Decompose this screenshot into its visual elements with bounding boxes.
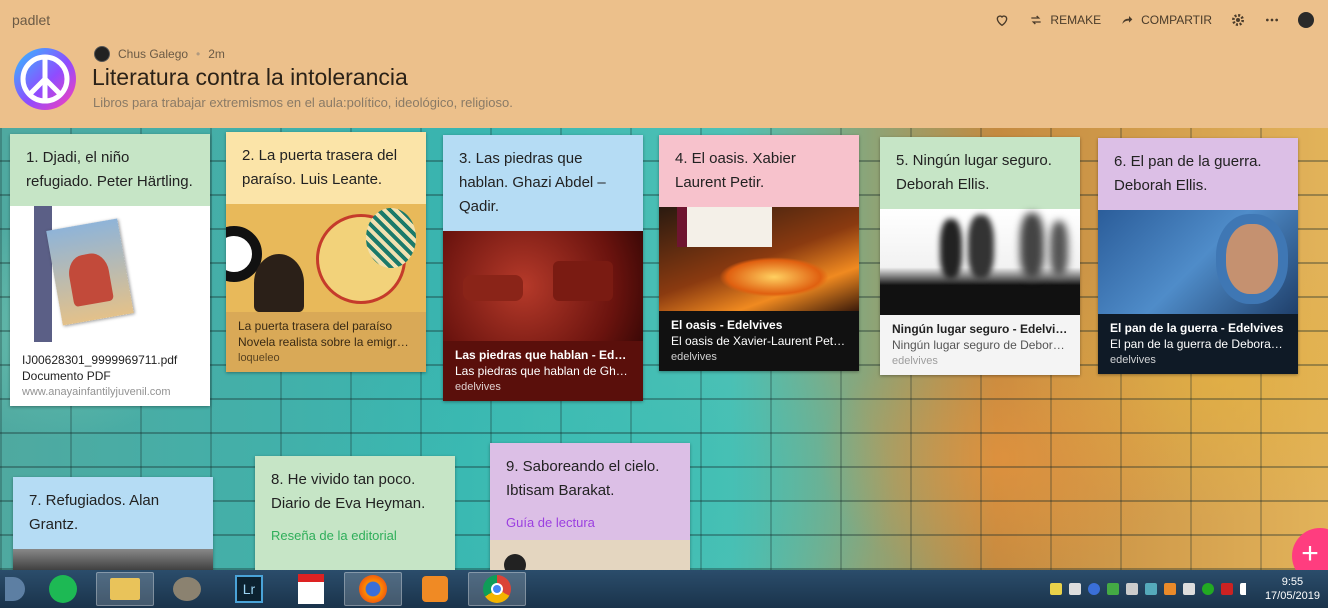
link-thumbnail[interactable] [880, 209, 1080, 315]
tray-icon[interactable] [1220, 583, 1233, 595]
share-arrow-icon [1122, 16, 1133, 24]
post-title: 8. He vivido tan poco. Diario de Eva Hey… [271, 471, 426, 512]
flag-icon[interactable] [1068, 583, 1081, 595]
time-ago: 2m [208, 47, 225, 61]
link-preview[interactable]: El pan de la guerra - Edelvives El pan d… [1098, 314, 1298, 374]
post-title: 4. El oasis. Xabier Laurent Petir. [659, 135, 859, 207]
post-title: 5. Ningún lugar seguro. Deborah Ellis. [880, 137, 1080, 209]
pdf-thumbnail[interactable] [10, 206, 210, 346]
user-avatar[interactable] [1298, 12, 1314, 28]
tray-icon[interactable] [1163, 583, 1176, 595]
link-preview[interactable]: El oasis - Edelvives El oasis de Xavier-… [659, 311, 859, 371]
link-domain: edelvives [671, 351, 717, 363]
link-title: Ningún lugar seguro - Edelvives [892, 322, 1068, 336]
security-icon[interactable] [1106, 583, 1119, 595]
file-name: IJ00628301_9999969711.pdf [22, 353, 178, 367]
lightroom-icon[interactable]: Lr [220, 572, 278, 606]
like-button[interactable] [994, 12, 1010, 28]
post-title: 6. El pan de la guerra. Deborah Ellis. [1098, 138, 1298, 210]
media-player-icon[interactable] [406, 572, 464, 606]
acrobat-icon[interactable] [282, 572, 340, 606]
link-description: Las piedras que hablan de Gha… [455, 364, 631, 378]
post-title: 3. Las piedras que hablan. Ghazi Abdel –… [443, 135, 643, 231]
post-title: 1. Djadi, el niño refugiado. Peter Härtl… [10, 134, 210, 206]
more-button[interactable] [1264, 12, 1280, 28]
post-title: 2. La puerta trasera del paraíso. Luis L… [226, 132, 426, 204]
clock-date: 17/05/2019 [1264, 590, 1320, 602]
link-thumbnail[interactable] [226, 204, 426, 312]
post-card-7[interactable]: 7. Refugiados. Alan Grantz. [13, 477, 213, 570]
volume-icon[interactable] [1125, 583, 1138, 595]
post-card-9[interactable]: 9. Saboreando el cielo. Ibtisam Barakat.… [490, 443, 690, 570]
share-label: COMPARTIR [1141, 13, 1212, 27]
heart-icon [997, 15, 1008, 27]
gear-icon [1232, 14, 1244, 26]
link-thumbnail[interactable] [659, 207, 859, 311]
padlet-header: padlet REMAKE COMPARTIR Chus Galego • 2m… [0, 0, 1328, 128]
post-card-5[interactable]: 5. Ningún lugar seguro. Deborah Ellis. N… [880, 137, 1080, 375]
remake-icon [1031, 15, 1042, 25]
top-actions: REMAKE COMPARTIR [994, 12, 1314, 28]
post-title: 7. Refugiados. Alan Grantz. [13, 477, 213, 549]
link-description: El oasis de Xavier-Laurent Peti… [671, 334, 847, 348]
link-domain: loqueleo [238, 352, 280, 364]
tray-icon[interactable] [1087, 583, 1100, 595]
file-info: IJ00628301_9999969711.pdf Documento PDF … [10, 346, 210, 406]
link-thumbnail[interactable] [443, 231, 643, 341]
more-dots-icon [1266, 18, 1278, 22]
link-preview[interactable]: Las piedras que hablan - Edelv… Las pied… [443, 341, 643, 401]
brand-logo[interactable]: padlet [12, 12, 50, 28]
link-thumbnail[interactable] [13, 549, 213, 570]
editorial-review-link[interactable]: Reseña de la editorial [255, 528, 455, 553]
link-title: El pan de la guerra - Edelvives [1110, 321, 1284, 335]
link-description: Ningún lugar seguro de Debora… [892, 338, 1068, 352]
link-preview[interactable]: Ningún lugar seguro - Edelvives Ningún l… [880, 315, 1080, 375]
link-description: Novela realista sobre la emigra… [238, 335, 414, 349]
remake-label: REMAKE [1050, 13, 1102, 27]
system-tray: 9:55 17/05/2019 [1049, 570, 1320, 608]
post-card-3[interactable]: 3. Las piedras que hablan. Ghazi Abdel –… [443, 135, 643, 401]
link-domain: edelvives [455, 381, 501, 393]
post-card-1[interactable]: 1. Djadi, el niño refugiado. Peter Härtl… [10, 134, 210, 406]
post-card-4[interactable]: 4. El oasis. Xabier Laurent Petir. El oa… [659, 135, 859, 371]
tray-icon[interactable] [1144, 583, 1157, 595]
reading-guide-link[interactable]: Guía de lectura [490, 515, 690, 540]
battery-icon[interactable] [1182, 583, 1195, 595]
firefox-icon[interactable] [344, 572, 402, 606]
spotify-icon[interactable] [34, 572, 92, 606]
tray-icon[interactable] [1201, 583, 1214, 595]
settings-button[interactable] [1230, 12, 1246, 28]
page-title: Literatura contra la intolerancia [92, 64, 408, 90]
share-button[interactable]: COMPARTIR [1119, 12, 1212, 28]
link-preview[interactable]: La puerta trasera del paraíso Novela rea… [226, 312, 426, 372]
link-domain: edelvives [892, 355, 938, 367]
file-explorer-icon[interactable] [96, 572, 154, 606]
padlet-peace-icon [14, 48, 76, 110]
link-thumbnail[interactable] [1098, 210, 1298, 314]
link-title: Las piedras que hablan - Edelv… [455, 348, 631, 362]
page-subtitle: Libros para trabajar extremismos en el a… [93, 95, 513, 110]
author-line: Chus Galego • 2m [94, 46, 225, 62]
post-card-8[interactable]: 8. He vivido tan poco. Diario de Eva Hey… [255, 456, 455, 570]
author-name: Chus Galego [118, 47, 189, 61]
post-card-2[interactable]: 2. La puerta trasera del paraíso. Luis L… [226, 132, 426, 372]
network-icon[interactable] [1239, 583, 1252, 595]
post-card-6[interactable]: 6. El pan de la guerra. Deborah Ellis. E… [1098, 138, 1298, 374]
file-domain: www.anayainfantilyjuvenil.com [22, 386, 171, 398]
post-title: 9. Saboreando el cielo. Ibtisam Barakat. [506, 458, 660, 499]
start-button[interactable] [0, 572, 30, 606]
remake-button[interactable]: REMAKE [1028, 12, 1101, 28]
file-type: Documento PDF [22, 369, 111, 383]
tray-icon[interactable] [1049, 583, 1062, 595]
windows-taskbar: Lr 9:55 17/05/2019 [0, 570, 1328, 608]
gimp-icon[interactable] [158, 572, 216, 606]
link-title: La puerta trasera del paraíso [238, 319, 393, 333]
chrome-icon[interactable] [468, 572, 526, 606]
link-domain: edelvives [1110, 354, 1156, 366]
clock[interactable]: 9:55 17/05/2019 [1265, 575, 1320, 603]
link-description: El pan de la guerra de Deborah… [1110, 337, 1286, 351]
author-avatar [94, 46, 110, 62]
link-title: El oasis - Edelvives [671, 318, 783, 332]
clock-time: 9:55 [1281, 576, 1304, 588]
